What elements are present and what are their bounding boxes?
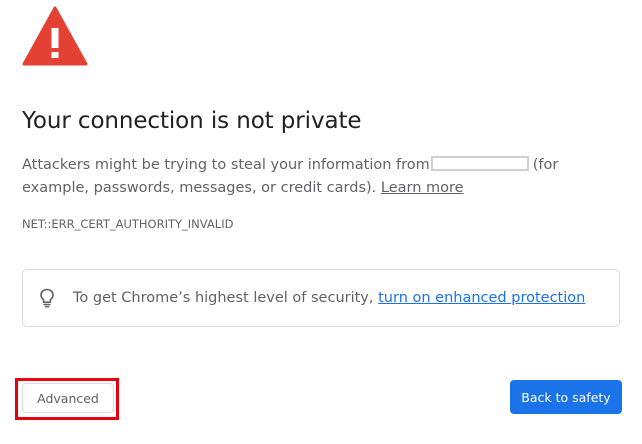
- enhanced-protection-box: To get Chrome’s highest level of securit…: [22, 269, 620, 327]
- back-to-safety-button[interactable]: Back to safety: [510, 380, 622, 414]
- error-description: Attackers might be trying to steal your …: [22, 154, 622, 200]
- warning-triangle-icon: [22, 6, 88, 66]
- enhanced-protection-prompt: To get Chrome’s highest level of securit…: [73, 290, 374, 306]
- advanced-button[interactable]: Advanced: [22, 383, 114, 413]
- page-title: Your connection is not private: [22, 108, 362, 134]
- description-text-start: Attackers might be trying to steal your …: [22, 157, 430, 173]
- learn-more-link[interactable]: Learn more: [381, 180, 464, 196]
- enhanced-protection-link[interactable]: turn on enhanced protection: [378, 290, 585, 306]
- enhanced-protection-text: To get Chrome’s highest level of securit…: [73, 290, 585, 306]
- redacted-hostname: [430, 156, 529, 171]
- lightbulb-icon: [40, 288, 54, 308]
- error-code: NET::ERR_CERT_AUTHORITY_INVALID: [22, 217, 234, 231]
- privacy-error-page: Your connection is not private Attackers…: [0, 0, 642, 444]
